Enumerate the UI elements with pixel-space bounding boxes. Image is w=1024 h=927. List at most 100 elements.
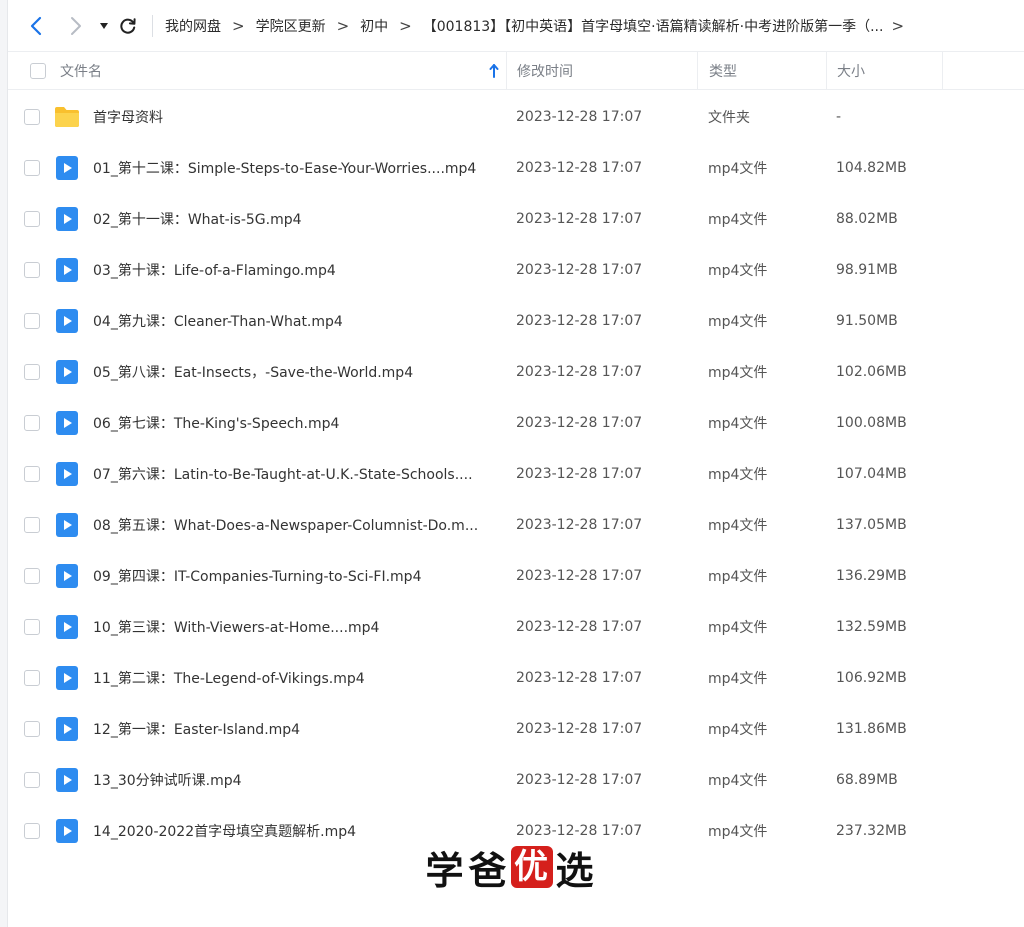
file-row[interactable]: 05_第八课：Eat-Insects，-Save-the-World.mp4 20… xyxy=(8,346,1024,397)
column-header-type[interactable]: 类型 xyxy=(697,51,826,90)
file-modified-time: 2023-12-28 17:07 xyxy=(516,108,643,125)
file-size: 137.05MB xyxy=(836,516,907,533)
file-size: - xyxy=(836,108,842,125)
file-row[interactable]: 08_第五课：What-Does-a-Newspaper-Columnist-D… xyxy=(8,499,1024,550)
file-name[interactable]: 13_30分钟试听课.mp4 xyxy=(93,770,242,790)
breadcrumb-item-current-folder[interactable]: 【001813】【初中英语】首字母填空·语篇精读解析·中考进阶版第一季（... xyxy=(423,16,884,36)
forward-button[interactable] xyxy=(62,12,90,40)
breadcrumb-separator: > xyxy=(399,16,412,35)
file-modified-time: 2023-12-28 17:07 xyxy=(516,159,643,176)
file-row[interactable]: 02_第十一课：What-is-5G.mp4 2023-12-28 17:07 mp… xyxy=(8,193,1024,244)
file-name-cell: 10_第三课：With-Viewers-at-Home....mp4 xyxy=(8,601,506,652)
row-checkbox[interactable] xyxy=(24,618,40,635)
file-name-cell: 08_第五课：What-Does-a-Newspaper-Columnist-D… xyxy=(8,499,506,550)
file-size: 100.08MB xyxy=(836,414,907,431)
video-file-icon xyxy=(54,716,80,742)
row-checkbox[interactable] xyxy=(24,108,40,125)
file-name[interactable]: 11_第二课：The-Legend-of-Vikings.mp4 xyxy=(93,668,365,688)
file-row[interactable]: 01_第十二课：Simple-Steps-to-Ease-Your-Worrie… xyxy=(8,142,1024,193)
refresh-icon xyxy=(120,17,136,34)
file-name[interactable]: 01_第十二课：Simple-Steps-to-Ease-Your-Worrie… xyxy=(93,158,476,178)
watermark-char: 爸 xyxy=(468,847,509,893)
breadcrumb-more-button[interactable]: > xyxy=(891,17,904,35)
file-name-cell: 06_第七课：The-King's-Speech.mp4 xyxy=(8,397,506,448)
video-file-icon xyxy=(54,410,80,436)
chevron-left-icon xyxy=(30,16,42,35)
sort-ascending-arrow-icon[interactable] xyxy=(489,63,499,78)
file-name-cell: 12_第一课：Easter-Island.mp4 xyxy=(8,703,506,754)
row-checkbox[interactable] xyxy=(24,465,40,482)
row-checkbox[interactable] xyxy=(24,567,40,584)
file-modified-time: 2023-12-28 17:07 xyxy=(516,669,643,686)
file-row[interactable]: 12_第一课：Easter-Island.mp4 2023-12-28 17:07… xyxy=(8,703,1024,754)
file-name[interactable]: 09_第四课：IT-Companies-Turning-to-Sci-FI.mp… xyxy=(93,566,421,586)
video-file-icon xyxy=(54,206,80,232)
file-row[interactable]: 06_第七课：The-King's-Speech.mp4 2023-12-28 1… xyxy=(8,397,1024,448)
column-header-size[interactable]: 大小 xyxy=(826,51,942,90)
file-name[interactable]: 06_第七课：The-King's-Speech.mp4 xyxy=(93,413,339,433)
column-header-modified[interactable]: 修改时间 xyxy=(506,51,697,90)
breadcrumb: 我的网盘 > 学院区更新 > 初中 > 【001813】【初中英语】首字母填空·… xyxy=(165,16,1024,36)
breadcrumb-item-junior-high[interactable]: 初中 xyxy=(360,16,388,36)
file-row[interactable]: 10_第三课：With-Viewers-at-Home....mp4 2023-1… xyxy=(8,601,1024,652)
file-modified-time: 2023-12-28 17:07 xyxy=(516,312,643,329)
file-type: mp4文件 xyxy=(708,211,768,228)
video-file-icon xyxy=(54,257,80,283)
file-row[interactable]: 11_第二课：The-Legend-of-Vikings.mp4 2023-12-… xyxy=(8,652,1024,703)
row-checkbox[interactable] xyxy=(24,414,40,431)
row-checkbox[interactable] xyxy=(24,210,40,227)
file-modified-time: 2023-12-28 17:07 xyxy=(516,363,643,380)
watermark-char: 学 xyxy=(425,847,466,893)
history-dropdown-button[interactable] xyxy=(96,12,112,40)
file-row[interactable]: 03_第十课：Life-of-a-Flamingo.mp4 2023-12-28 … xyxy=(8,244,1024,295)
row-checkbox[interactable] xyxy=(24,822,40,839)
file-size: 136.29MB xyxy=(836,567,907,584)
file-size: 104.82MB xyxy=(836,159,907,176)
file-type: mp4文件 xyxy=(708,364,768,381)
select-all-checkbox[interactable] xyxy=(30,62,46,79)
nav-divider xyxy=(152,14,153,37)
row-checkbox[interactable] xyxy=(24,669,40,686)
file-row[interactable]: 09_第四课：IT-Companies-Turning-to-Sci-FI.mp… xyxy=(8,550,1024,601)
file-name[interactable]: 03_第十课：Life-of-a-Flamingo.mp4 xyxy=(93,260,336,280)
file-name-cell: 03_第十课：Life-of-a-Flamingo.mp4 xyxy=(8,244,506,295)
column-header-name[interactable]: 文件名 xyxy=(8,52,506,90)
file-name[interactable]: 04_第九课：Cleaner-Than-What.mp4 xyxy=(93,311,343,331)
file-name-cell: 09_第四课：IT-Companies-Turning-to-Sci-FI.mp… xyxy=(8,550,506,601)
file-table-header: 文件名 修改时间 类型 大小 xyxy=(8,51,1024,90)
breadcrumb-item-college-updates[interactable]: 学院区更新 xyxy=(256,16,326,36)
file-type: mp4文件 xyxy=(708,517,768,534)
row-checkbox[interactable] xyxy=(24,720,40,737)
file-name[interactable]: 首字母资料 xyxy=(93,107,163,127)
row-checkbox[interactable] xyxy=(24,261,40,278)
row-checkbox[interactable] xyxy=(24,363,40,380)
file-name[interactable]: 14_2020-2022首字母填空真题解析.mp4 xyxy=(93,821,356,841)
row-checkbox[interactable] xyxy=(24,516,40,533)
file-name[interactable]: 10_第三课：With-Viewers-at-Home....mp4 xyxy=(93,617,379,637)
file-name[interactable]: 02_第十一课：What-is-5G.mp4 xyxy=(93,209,302,229)
breadcrumb-item-my-drive[interactable]: 我的网盘 xyxy=(165,16,221,36)
file-name[interactable]: 05_第八课：Eat-Insects，-Save-the-World.mp4 xyxy=(93,362,413,382)
file-name[interactable]: 07_第六课：Latin-to-Be-Taught-at-U.K.-State-… xyxy=(93,464,473,484)
file-name-cell: 04_第九课：Cleaner-Than-What.mp4 xyxy=(8,295,506,346)
refresh-button[interactable] xyxy=(114,12,142,40)
file-name[interactable]: 08_第五课：What-Does-a-Newspaper-Columnist-D… xyxy=(93,515,478,535)
watermark-char: 选 xyxy=(555,847,596,893)
file-row[interactable]: 07_第六课：Latin-to-Be-Taught-at-U.K.-State-… xyxy=(8,448,1024,499)
row-checkbox[interactable] xyxy=(24,771,40,788)
row-checkbox[interactable] xyxy=(24,159,40,176)
watermark-logo: 学 爸 优 选 xyxy=(424,843,597,893)
file-row[interactable]: 首字母资料 2023-12-28 17:07 文件夹 - xyxy=(8,91,1024,142)
row-checkbox[interactable] xyxy=(24,312,40,329)
file-name[interactable]: 12_第一课：Easter-Island.mp4 xyxy=(93,719,300,739)
file-row[interactable]: 13_30分钟试听课.mp4 2023-12-28 17:07 mp4文件 68.89… xyxy=(8,754,1024,805)
file-name-cell: 07_第六课：Latin-to-Be-Taught-at-U.K.-State-… xyxy=(8,448,506,499)
column-header-name-label: 文件名 xyxy=(60,63,102,80)
file-name-cell: 01_第十二课：Simple-Steps-to-Ease-Your-Worrie… xyxy=(8,142,506,193)
file-size: 107.04MB xyxy=(836,465,907,482)
back-button[interactable] xyxy=(22,12,50,40)
file-row[interactable]: 04_第九课：Cleaner-Than-What.mp4 2023-12-28 1… xyxy=(8,295,1024,346)
folder-icon xyxy=(54,104,80,130)
file-type: mp4文件 xyxy=(708,415,768,432)
navigation-bar: 我的网盘 > 学院区更新 > 初中 > 【001813】【初中英语】首字母填空·… xyxy=(8,0,1024,52)
